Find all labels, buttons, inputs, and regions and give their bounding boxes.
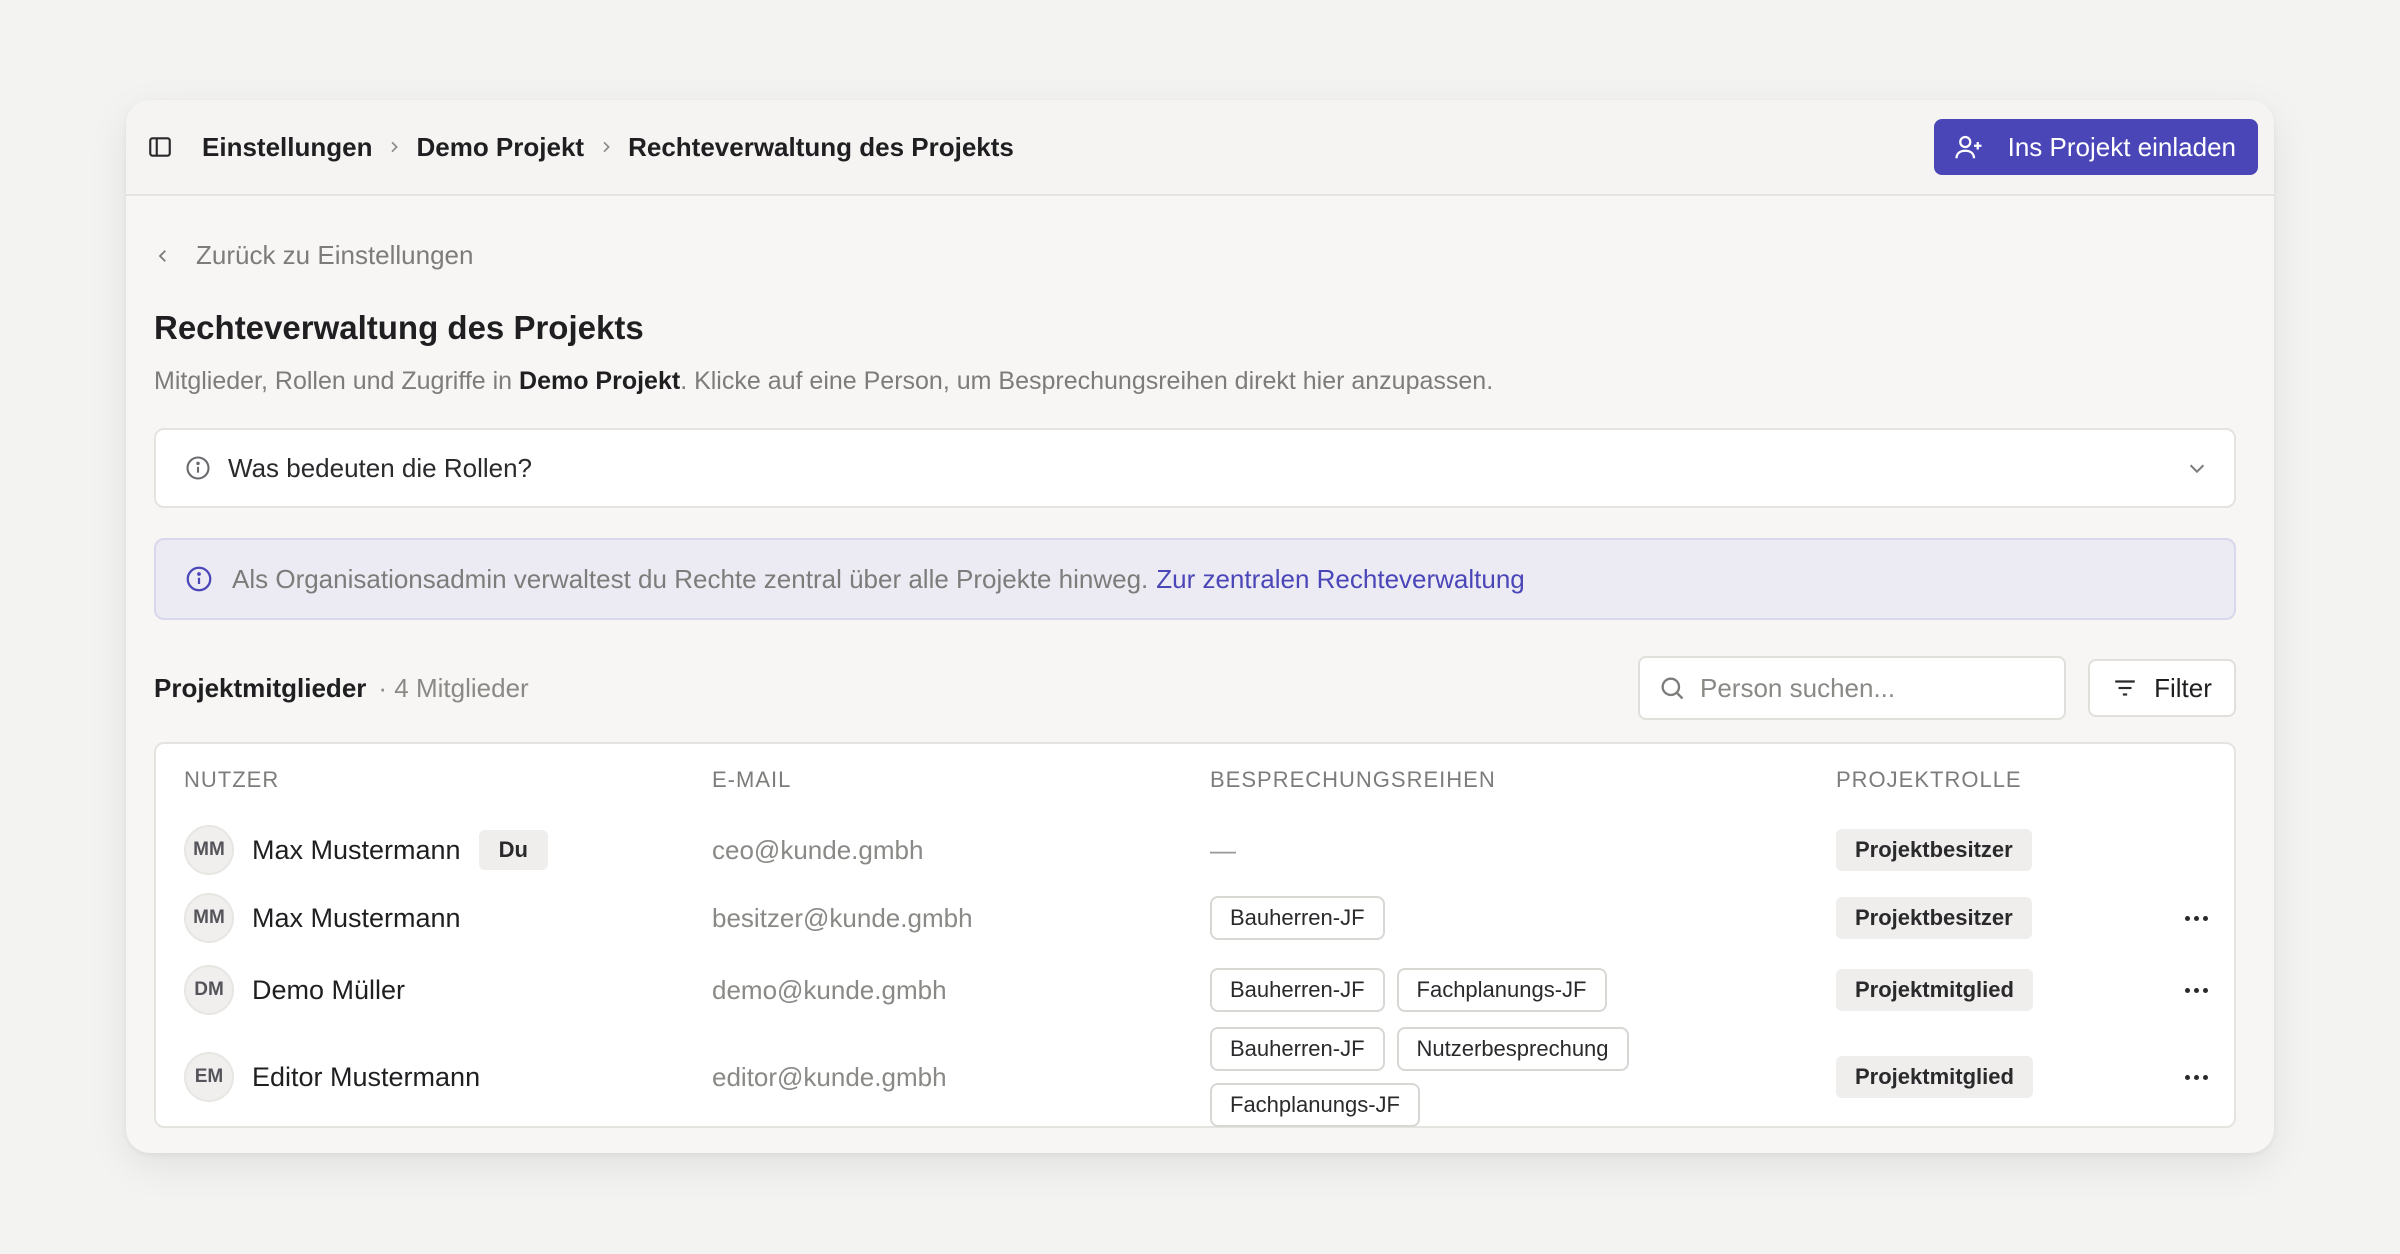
series-chip[interactable]: Fachplanungs-JF	[1396, 968, 1607, 1012]
user-name: Max Mustermann	[252, 902, 461, 933]
header-user: NUTZER	[184, 767, 280, 792]
user-email: ceo@kunde.gmbh	[712, 834, 924, 865]
page-title: Rechteverwaltung des Projekts	[154, 309, 644, 346]
table-row[interactable]: MM Max Mustermann Du ceo@kunde.gmbh — Pr…	[156, 816, 2234, 884]
admin-note-text: Als Organisationsadmin verwaltest du Rec…	[232, 563, 1149, 594]
table-row[interactable]: MM Max Mustermann besitzer@kunde.gmbh Ba…	[156, 884, 2234, 952]
user-email: editor@kunde.gmbh	[712, 1061, 947, 1092]
role-badge: Projektbesitzer	[1836, 829, 2032, 871]
table-header: NUTZER E-MAIL BESPRECHUNGSREIHEN PROJEKT…	[156, 744, 2234, 816]
admin-info-banner: Als Organisationsadmin verwaltest du Rec…	[154, 538, 2236, 620]
person-search-input[interactable]: Person suchen...	[1638, 656, 2066, 720]
series-list: Bauherren-JF Fachplanungs-JF	[1210, 968, 1650, 1012]
invite-label: Ins Projekt einladen	[2007, 131, 2236, 162]
roles-explanation-accordion[interactable]: Was bedeuten die Rollen?	[154, 428, 2236, 508]
header-series: BESPRECHUNGSREIHEN	[1210, 767, 1496, 792]
series-chip[interactable]: Bauherren-JF	[1210, 968, 1385, 1012]
breadcrumb-settings[interactable]: Einstellungen	[202, 132, 372, 163]
series-chip[interactable]: Fachplanungs-JF	[1210, 1083, 1420, 1127]
search-placeholder: Person suchen...	[1700, 672, 1896, 703]
members-count: · 4 Mitglieder	[378, 672, 529, 703]
user-name: Editor Mustermann	[252, 1061, 481, 1092]
sidebar-toggle-icon[interactable]	[136, 123, 184, 171]
avatar: DM	[184, 965, 234, 1015]
info-icon	[184, 454, 212, 482]
chevron-right-icon	[598, 139, 614, 155]
more-actions-icon[interactable]	[2185, 1074, 2208, 1080]
user-name: Max Mustermann	[252, 834, 461, 865]
page-subtitle: Mitglieder, Rollen und Zugriffe in Demo …	[154, 367, 1494, 395]
invite-to-project-button[interactable]: Ins Projekt einladen	[1933, 119, 2258, 175]
members-title: Projektmitglieder	[154, 672, 367, 703]
header-role: PROJEKTROLLE	[1836, 767, 2022, 792]
you-badge: Du	[478, 830, 548, 870]
project-name: Demo Projekt	[519, 367, 681, 395]
role-badge: Projektmitglied	[1836, 1056, 2033, 1098]
more-actions-icon[interactable]	[2185, 987, 2208, 993]
chevron-left-icon	[154, 247, 182, 265]
avatar: MM	[184, 893, 234, 943]
filter-button[interactable]: Filter	[2088, 659, 2236, 717]
back-label: Zurück zu Einstellungen	[196, 240, 474, 270]
breadcrumb-project[interactable]: Demo Projekt	[416, 132, 584, 163]
back-link[interactable]: Zurück zu Einstellungen	[154, 240, 2236, 271]
avatar: EM	[184, 1052, 234, 1102]
role-badge: Projektmitglied	[1836, 969, 2033, 1011]
members-table: NUTZER E-MAIL BESPRECHUNGSREIHEN PROJEKT…	[154, 742, 2236, 1128]
user-email: demo@kunde.gmbh	[712, 974, 947, 1005]
filter-label: Filter	[2154, 672, 2212, 703]
series-list: Bauherren-JF	[1210, 896, 1650, 940]
chevron-right-icon	[386, 139, 402, 155]
header-email: E-MAIL	[712, 767, 792, 792]
search-icon	[1658, 674, 1686, 702]
series-chip[interactable]: Nutzerbesprechung	[1396, 1027, 1629, 1071]
avatar: MM	[184, 825, 234, 875]
central-rights-link[interactable]: Zur zentralen Rechteverwaltung	[1156, 564, 1525, 595]
breadcrumb-current: Rechteverwaltung des Projekts	[628, 131, 1014, 162]
series-empty: —	[1210, 834, 1236, 865]
info-icon	[184, 564, 214, 594]
roles-question: Was bedeuten die Rollen?	[228, 452, 533, 483]
breadcrumb: Einstellungen Demo Projekt Rechteverwalt…	[202, 132, 1014, 163]
top-bar: Einstellungen Demo Projekt Rechteverwalt…	[126, 100, 2274, 196]
table-row[interactable]: EM Editor Mustermann editor@kunde.gmbh B…	[156, 1027, 2234, 1127]
series-chip[interactable]: Bauherren-JF	[1210, 1027, 1385, 1071]
members-toolbar: Projektmitglieder · 4 Mitglieder Person …	[154, 656, 2236, 720]
role-badge: Projektbesitzer	[1836, 897, 2032, 939]
more-actions-icon[interactable]	[2185, 915, 2208, 921]
chevron-down-icon	[2186, 457, 2208, 479]
table-row[interactable]: DM Demo Müller demo@kunde.gmbh Bauherren…	[156, 952, 2234, 1028]
filter-icon	[2112, 675, 2138, 701]
user-name: Demo Müller	[252, 974, 406, 1005]
app-window: Einstellungen Demo Projekt Rechteverwalt…	[126, 100, 2274, 1153]
user-plus-icon	[1954, 132, 1984, 162]
user-email: besitzer@kunde.gmbh	[712, 902, 973, 933]
series-chip[interactable]: Bauherren-JF	[1210, 896, 1385, 940]
series-list: Bauherren-JF Nutzerbesprechung Fachplanu…	[1210, 1027, 1650, 1127]
